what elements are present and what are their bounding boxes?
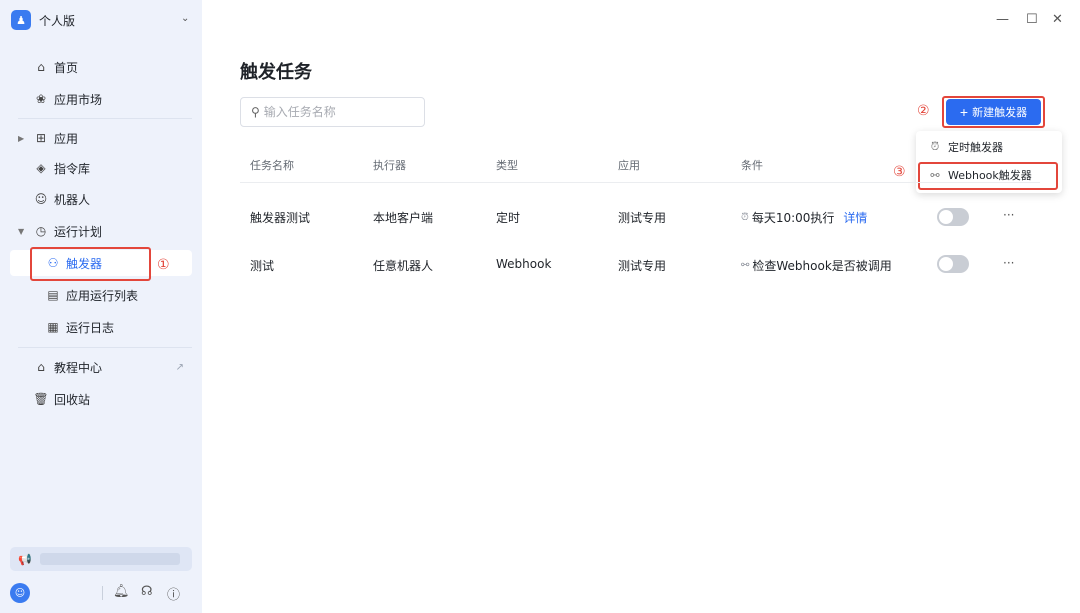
highlight-triggers [30,247,151,281]
sidebar-item-label: 应用运行列表 [66,288,139,303]
sidebar-item-robots[interactable]: ☺ 机器人 [10,186,192,212]
headset-icon[interactable]: ☊ [141,584,153,599]
column-header-name: 任务名称 [250,159,294,172]
log-icon: ▦ [47,320,59,334]
new-trigger-label: 新建触发器 [972,107,1028,119]
market-icon: ❀ [35,92,47,106]
maximize-icon[interactable]: ☐ [1026,12,1038,27]
workspace-name: 个人版 [39,13,76,28]
home-icon: ⌂ [37,60,45,74]
trash-icon: 🗑 [33,392,49,406]
bell-icon[interactable]: 🔔︎ [113,584,130,599]
help-icon[interactable]: ⓘ [167,584,180,603]
divider [18,118,192,119]
plus-icon: + [959,104,969,120]
list-icon: ▤ [47,288,59,302]
chevron-down-icon[interactable]: ⌄ [181,13,189,24]
annotation-2: ② [917,103,930,119]
cell-app: 测试专用 [618,259,667,273]
caret-right-icon[interactable]: ▶ [18,134,24,143]
cell-name: 触发器测试 [250,211,311,225]
search-input[interactable] [263,105,414,119]
sidebar: ♟ 个人版 ⌄ ⌂ 首页 ❀ 应用市场 ▶ ⊞ 应用 ◈ 指令库 ☺ 机器人 ▼… [0,0,202,613]
external-link-icon: ↗ [175,361,184,373]
table-header-divider [240,182,1040,183]
cell-condition: ⏰︎ 每天10:00执行 详情 [741,209,867,226]
sidebar-item-label: 首页 [54,60,79,75]
sidebar-footer: ☺ 🔔︎ ☊ ⓘ [10,582,192,604]
sidebar-item-label: 运行计划 [54,224,103,239]
divider [102,586,103,600]
more-actions-icon[interactable]: ··· [1003,208,1014,222]
sidebar-item-label: 回收站 [54,392,91,407]
caret-down-icon[interactable]: ▼ [18,227,24,236]
cell-type: Webhook [496,257,552,271]
cell-condition: ⚯ 检查Webhook是否被调用 [741,257,892,274]
annotation-3: ③ [893,164,906,180]
close-icon[interactable]: ✕ [1052,12,1063,27]
annotation-1: ① [157,257,170,273]
cell-name: 测试 [250,259,275,273]
highlight-webhook-trigger [918,162,1058,190]
enable-toggle[interactable] [937,255,969,273]
app-logo-icon: ♟ [11,10,31,30]
workspace-switcher[interactable]: ♟ 个人版 [11,10,75,30]
column-header-condition: 条件 [741,159,763,172]
condition-text: 检查Webhook是否被调用 [752,259,892,273]
link-icon: ⚯ [741,260,750,271]
avatar[interactable]: ☺ [10,583,30,603]
sidebar-item-label: 指令库 [54,161,91,176]
sidebar-item-label: 机器人 [54,192,91,207]
sidebar-item-run-plan[interactable]: ▼ ◷ 运行计划 [10,218,192,244]
sidebar-item-command-library[interactable]: ◈ 指令库 [10,155,192,181]
enable-toggle[interactable] [937,208,969,226]
sidebar-item-label: 应用 [54,131,79,146]
clock-icon: ◷ [35,224,47,238]
megaphone-icon: 📢 [18,552,32,566]
more-actions-icon[interactable]: ··· [1003,256,1014,270]
minimize-icon[interactable]: — [996,12,1009,27]
cell-type: 定时 [496,211,521,225]
grid-icon: ⊞ [35,131,47,145]
sidebar-item-app-market[interactable]: ❀ 应用市场 [10,86,192,112]
sidebar-item-app-run-list[interactable]: ▤ 应用运行列表 [10,282,192,308]
search-icon: ⚲ [251,105,260,119]
sidebar-item-label: 教程中心 [54,360,103,375]
alarm-clock-icon: ⏰︎ [741,212,749,223]
announcement-placeholder [39,553,180,565]
sidebar-item-tutorial-center[interactable]: ⌂ 教程中心 ↗ [10,354,192,380]
menu-item-scheduled-trigger[interactable]: ⏰︎ 定时触发器 [916,134,1062,160]
menu-item-label: 定时触发器 [948,141,1003,154]
sidebar-item-apps[interactable]: ▶ ⊞ 应用 [10,125,192,151]
cell-executor: 任意机器人 [373,259,434,273]
layers-icon: ◈ [36,161,46,175]
sidebar-item-label: 运行日志 [66,320,115,335]
column-header-executor: 执行器 [373,159,406,172]
sidebar-item-home[interactable]: ⌂ 首页 [10,54,192,80]
column-header-type: 类型 [496,159,518,172]
detail-link[interactable]: 详情 [843,209,867,226]
condition-text: 每天10:00执行 [751,211,835,225]
column-header-app: 应用 [618,159,640,172]
search-box[interactable]: ⚲ [240,97,425,127]
cell-executor: 本地客户端 [373,211,434,225]
sidebar-item-recycle-bin[interactable]: 🗑 回收站 [10,386,192,412]
sidebar-item-label: 应用市场 [54,92,103,107]
sidebar-item-run-log[interactable]: ▦ 运行日志 [10,314,192,340]
announcement-bar[interactable]: 📢 [10,547,192,571]
divider [18,347,192,348]
new-trigger-button[interactable]: + 新建触发器 [946,99,1041,125]
graduation-cap-icon: ⌂ [37,360,45,374]
page-title: 触发任务 [240,62,312,83]
alarm-clock-icon: ⏰︎ [930,140,940,153]
cell-app: 测试专用 [618,211,667,225]
robot-icon: ☺ [34,192,48,206]
